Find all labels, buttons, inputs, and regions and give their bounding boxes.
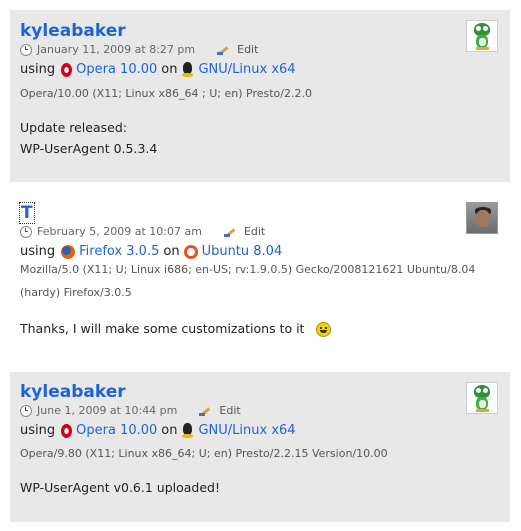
on-label: on <box>161 423 178 438</box>
user-agent-summary: using Firefox 3.0.5 on Ubuntu 8.04 <box>20 244 282 259</box>
ubuntu-icon <box>183 244 198 259</box>
comment: kyleabaker June 1, 2009 at 10:44 pm Edit… <box>10 372 510 522</box>
user-agent-summary: using Opera 10.00 on GNU/Linux x64 <box>20 423 296 438</box>
comment-line: WP-UserAgent 0.5.3.4 <box>20 141 158 156</box>
comment-body: WP-UserAgent v0.6.1 uploaded! <box>20 477 220 498</box>
comment: kyleabaker January 11, 2009 at 8:27 pm E… <box>10 10 510 182</box>
using-label: using <box>20 423 56 438</box>
comment-line: Thanks, I will make some customizations … <box>20 321 305 336</box>
comment-author-link[interactable]: kyleabaker <box>20 21 126 41</box>
comment-author-link[interactable]: T <box>19 202 35 224</box>
on-label: on <box>163 244 180 259</box>
edit-icon[interactable] <box>223 225 240 238</box>
comment-meta: June 1, 2009 at 10:44 pm Edit <box>20 404 241 417</box>
tux-icon <box>181 62 194 77</box>
os-link[interactable]: GNU/Linux x64 <box>198 62 295 77</box>
os-link[interactable]: Ubuntu 8.04 <box>202 244 283 259</box>
browser-link[interactable]: Opera 10.00 <box>76 62 157 77</box>
avatar[interactable] <box>466 202 498 234</box>
using-label: using <box>20 244 56 259</box>
edit-link[interactable]: Edit <box>237 43 258 56</box>
tux-icon <box>181 423 194 438</box>
comment-body: Update released: WP-UserAgent 0.5.3.4 <box>20 117 157 159</box>
edit-link[interactable]: Edit <box>219 404 240 417</box>
comment-line: WP-UserAgent v0.6.1 uploaded! <box>20 480 220 495</box>
comment-date[interactable]: February 5, 2009 at 10:07 am <box>37 225 202 238</box>
comment-author-link[interactable]: kyleabaker <box>20 382 126 402</box>
edit-link[interactable]: Edit <box>244 225 265 238</box>
user-agent-string: Mozilla/5.0 (X11; U; Linux i686; en-US; … <box>20 263 476 299</box>
avatar[interactable] <box>466 20 498 52</box>
os-link[interactable]: GNU/Linux x64 <box>198 423 295 438</box>
user-agent-summary: using Opera 10.00 on GNU/Linux x64 <box>20 62 296 77</box>
comment-body: Thanks, I will make some customizations … <box>20 318 332 339</box>
comment: T February 5, 2009 at 10:07 am Edit usin… <box>10 192 510 362</box>
edit-icon[interactable] <box>199 404 215 417</box>
clock-icon <box>20 43 32 56</box>
on-label: on <box>161 62 178 77</box>
clock-icon <box>20 404 32 417</box>
opera-icon <box>61 423 73 438</box>
browser-link[interactable]: Firefox 3.0.5 <box>79 244 159 259</box>
clock-icon <box>20 225 32 238</box>
comment-date[interactable]: January 11, 2009 at 8:27 pm <box>37 43 195 56</box>
avatar[interactable] <box>466 382 498 414</box>
smiley-icon <box>316 322 332 337</box>
comment-line: Update released: <box>20 120 127 135</box>
user-agent-string: Opera/9.80 (X11; Linux x86_64; U; en) Pr… <box>20 447 388 460</box>
edit-icon[interactable] <box>217 43 233 56</box>
user-agent-string: Opera/10.00 (X11; Linux x86_64 ; U; en) … <box>20 87 312 100</box>
opera-icon <box>61 62 73 77</box>
browser-link[interactable]: Opera 10.00 <box>76 423 157 438</box>
firefox-icon <box>61 244 76 259</box>
comment-meta: February 5, 2009 at 10:07 am Edit <box>20 225 265 238</box>
using-label: using <box>20 62 56 77</box>
comment-date[interactable]: June 1, 2009 at 10:44 pm <box>37 404 177 417</box>
comment-meta: January 11, 2009 at 8:27 pm Edit <box>20 43 258 56</box>
